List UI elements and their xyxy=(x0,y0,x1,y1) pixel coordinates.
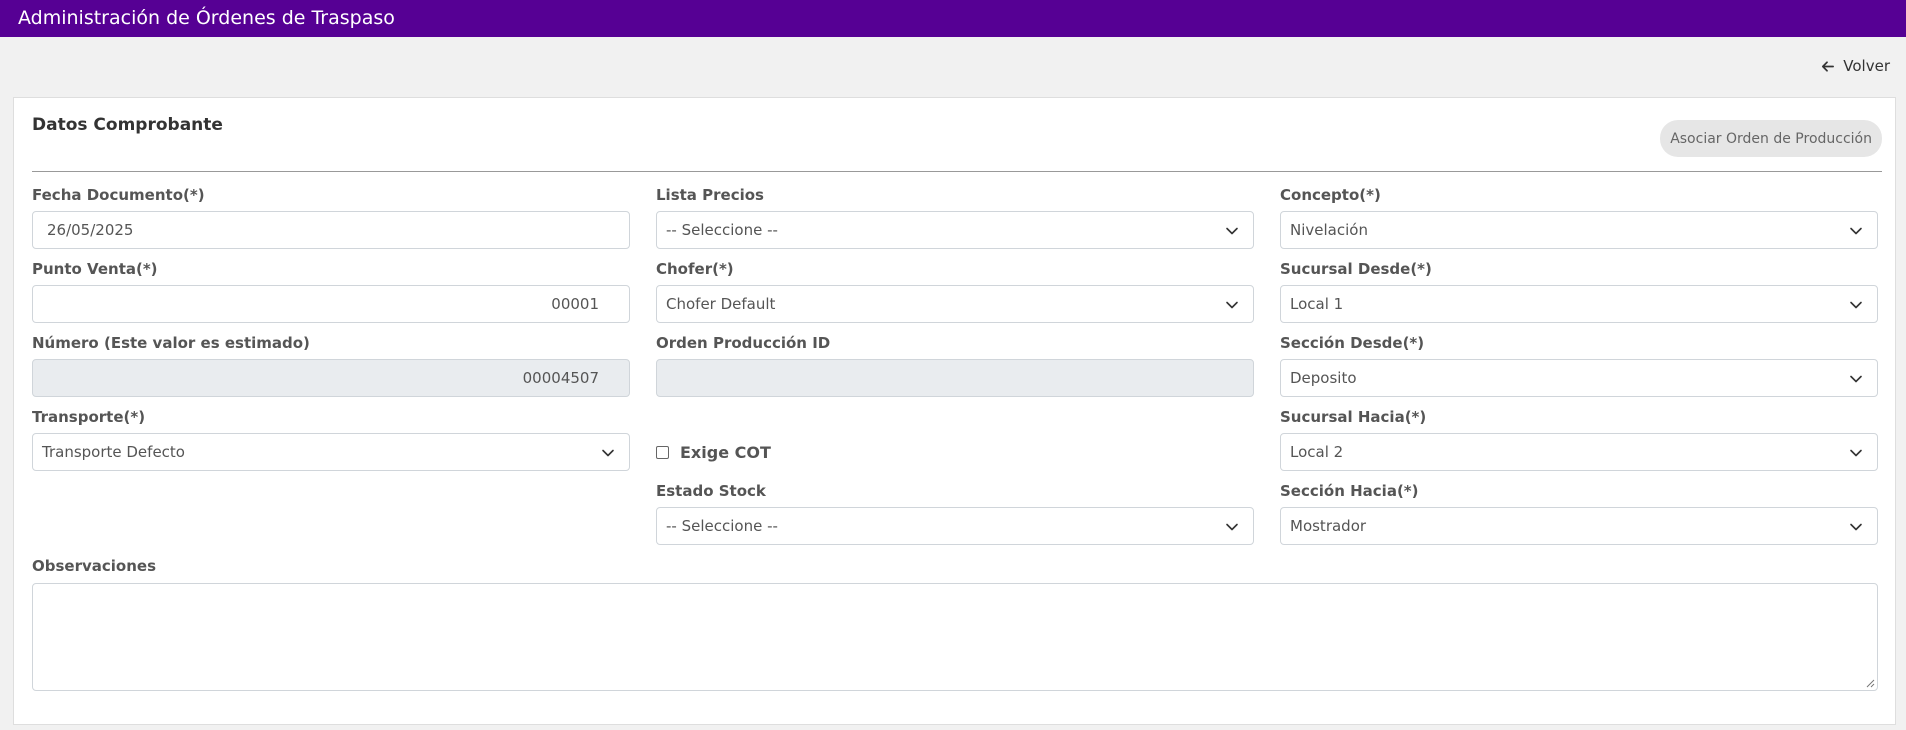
numero-label: Número (Este valor es estimado) xyxy=(32,334,310,352)
resize-handle-icon[interactable] xyxy=(1865,678,1875,688)
punto-venta-input[interactable]: 00001 xyxy=(32,285,630,323)
lista-precios-select[interactable]: -- Seleccione -- xyxy=(656,211,1254,249)
sucursal-desde-label: Sucursal Desde(*) xyxy=(1280,260,1432,278)
back-label: Volver xyxy=(1843,57,1890,75)
chevron-down-icon xyxy=(1226,227,1238,235)
chevron-down-icon xyxy=(602,449,614,457)
chevron-down-icon xyxy=(1850,449,1862,457)
lista-precios-label: Lista Precios xyxy=(656,186,764,204)
concepto-value: Nivelación xyxy=(1290,221,1368,239)
sucursal-hacia-select[interactable]: Local 2 xyxy=(1280,433,1878,471)
concepto-select[interactable]: Nivelación xyxy=(1280,211,1878,249)
chevron-down-icon xyxy=(1850,301,1862,309)
exige-cot-checkbox[interactable] xyxy=(656,446,669,459)
chevron-down-icon xyxy=(1850,375,1862,383)
sucursal-desde-value: Local 1 xyxy=(1290,295,1344,313)
chevron-down-icon xyxy=(1850,227,1862,235)
numero-input: 00004507 xyxy=(32,359,630,397)
back-button[interactable]: Volver xyxy=(1820,57,1890,75)
fecha-documento-label: Fecha Documento(*) xyxy=(32,186,205,204)
page-title: Administración de Órdenes de Traspaso xyxy=(18,7,395,29)
concepto-label: Concepto(*) xyxy=(1280,186,1381,204)
transporte-value: Transporte Defecto xyxy=(42,443,185,461)
seccion-desde-label: Sección Desde(*) xyxy=(1280,334,1425,352)
fecha-documento-input[interactable]: 26/05/2025 xyxy=(32,211,630,249)
orden-produccion-input xyxy=(656,359,1254,397)
chofer-value: Chofer Default xyxy=(666,295,776,313)
seccion-hacia-select[interactable]: Mostrador xyxy=(1280,507,1878,545)
chofer-select[interactable]: Chofer Default xyxy=(656,285,1254,323)
datos-comprobante-card: Datos Comprobante Asociar Orden de Produ… xyxy=(13,97,1896,725)
observaciones-textarea[interactable] xyxy=(32,583,1878,691)
chofer-label: Chofer(*) xyxy=(656,260,734,278)
sucursal-hacia-value: Local 2 xyxy=(1290,443,1344,461)
exige-cot-label: Exige COT xyxy=(680,443,771,462)
chevron-down-icon xyxy=(1226,301,1238,309)
observaciones-label: Observaciones xyxy=(32,557,157,575)
punto-venta-label: Punto Venta(*) xyxy=(32,260,158,278)
lista-precios-value: -- Seleccione -- xyxy=(666,221,778,239)
card-title: Datos Comprobante xyxy=(32,115,223,135)
estado-stock-select[interactable]: -- Seleccione -- xyxy=(656,507,1254,545)
divider xyxy=(32,171,1882,172)
exige-cot-field[interactable]: Exige COT xyxy=(656,443,771,462)
seccion-desde-value: Deposito xyxy=(1290,369,1357,387)
chevron-down-icon xyxy=(1850,523,1862,531)
chevron-down-icon xyxy=(1226,523,1238,531)
numero-value: 00004507 xyxy=(522,369,599,387)
seccion-hacia-label: Sección Hacia(*) xyxy=(1280,482,1419,500)
top-bar: Administración de Órdenes de Traspaso xyxy=(0,0,1906,37)
sucursal-hacia-label: Sucursal Hacia(*) xyxy=(1280,408,1427,426)
transporte-label: Transporte(*) xyxy=(32,408,146,426)
arrow-left-icon xyxy=(1822,60,1835,72)
sucursal-desde-select[interactable]: Local 1 xyxy=(1280,285,1878,323)
fecha-documento-value: 26/05/2025 xyxy=(47,221,134,239)
asociar-orden-produccion-button[interactable]: Asociar Orden de Producción xyxy=(1660,120,1882,157)
seccion-desde-select[interactable]: Deposito xyxy=(1280,359,1878,397)
transporte-select[interactable]: Transporte Defecto xyxy=(32,433,630,471)
estado-stock-value: -- Seleccione -- xyxy=(666,517,778,535)
estado-stock-label: Estado Stock xyxy=(656,482,766,500)
punto-venta-value: 00001 xyxy=(551,295,599,313)
seccion-hacia-value: Mostrador xyxy=(1290,517,1367,535)
orden-produccion-label: Orden Producción ID xyxy=(656,334,831,352)
